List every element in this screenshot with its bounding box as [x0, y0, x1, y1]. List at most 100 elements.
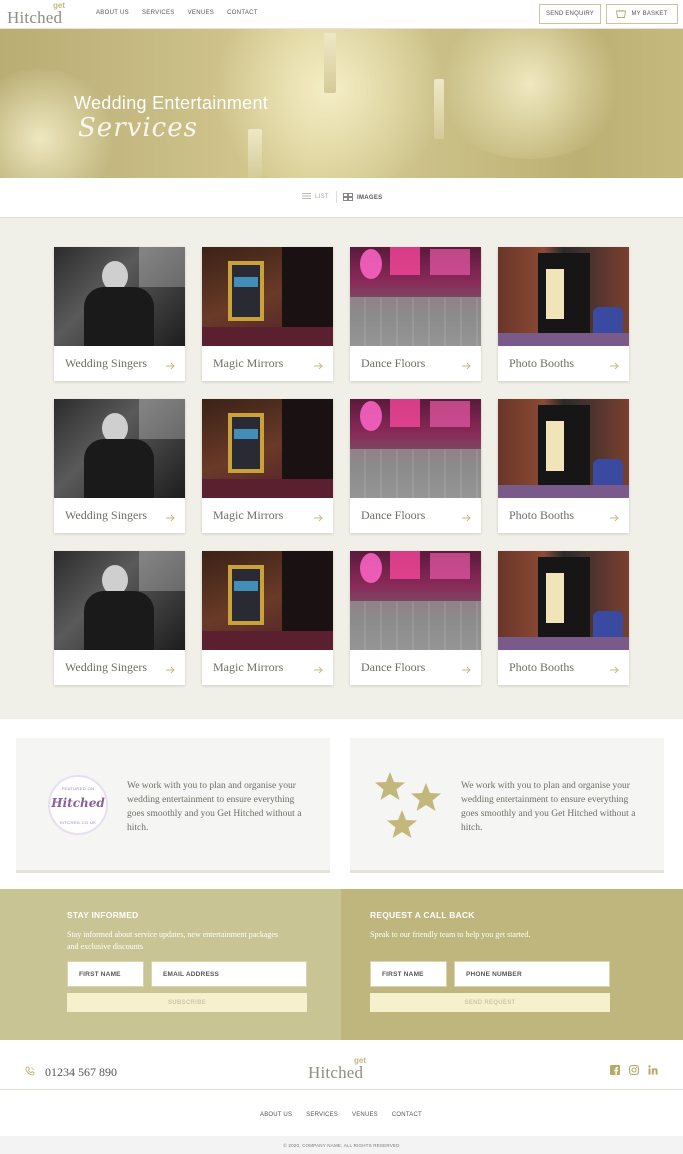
- dance-floor-photo: [350, 247, 481, 346]
- basket-icon: [616, 10, 627, 18]
- phone-placeholder: PHONE NUMBER: [466, 970, 522, 978]
- hero-banner: Wedding Entertainment Services: [0, 29, 683, 178]
- arrow-right-icon: [461, 358, 471, 370]
- phone-icon: [25, 1063, 35, 1081]
- logo-get-mark: get: [53, 1, 65, 10]
- newsletter-email-field[interactable]: EMAIL ADDRESS: [151, 961, 307, 987]
- site-header: Hitched get ABOUT US SERVICES VENUES CON…: [0, 0, 683, 29]
- service-card-label: Photo Booths: [509, 508, 575, 522]
- service-card[interactable]: Magic Mirrors: [202, 399, 333, 533]
- send-enquiry-label: SEND ENQUIRY: [546, 11, 594, 17]
- footer-nav-about[interactable]: ABOUT US: [260, 1112, 292, 1118]
- featured-badge-icon: FEATURED ON Hitched HITCHED.CO.UK: [48, 775, 108, 835]
- forms-section: STAY INFORMED Stay informed about servic…: [0, 889, 683, 1040]
- nav-item-venues[interactable]: VENUES: [188, 10, 214, 16]
- subscribe-button[interactable]: SUBSCRIBE: [67, 993, 307, 1012]
- facebook-icon[interactable]: [609, 1064, 620, 1075]
- service-card[interactable]: Photo Booths: [498, 247, 629, 381]
- service-card-label: Photo Booths: [509, 660, 575, 674]
- service-card[interactable]: Photo Booths: [498, 551, 629, 685]
- callback-description: Speak to our friendly team to help you g…: [370, 930, 531, 939]
- send-enquiry-button[interactable]: SEND ENQUIRY: [539, 4, 601, 24]
- hero-candle: [248, 129, 262, 178]
- arrow-right-icon: [165, 510, 175, 522]
- hero-light-glow: [430, 29, 630, 159]
- callback-phone-field[interactable]: PHONE NUMBER: [454, 961, 610, 987]
- photo-booth-photo: [498, 551, 629, 650]
- footer-phone[interactable]: 01234 567 890: [25, 1063, 117, 1081]
- nav-item-services[interactable]: SERVICES: [142, 10, 175, 16]
- footer-nav-venues[interactable]: VENUES: [352, 1112, 378, 1118]
- grid-icon: [343, 193, 353, 203]
- singer-photo: [54, 399, 185, 498]
- stars-icon: [374, 770, 446, 842]
- logo-get-mark: get: [354, 1056, 366, 1065]
- feature-text: We work with you to plan and organise yo…: [127, 781, 302, 833]
- copyright: © 2020, COMPANY NAME, ALL RIGHTS RESERVE…: [0, 1136, 683, 1154]
- service-card[interactable]: Wedding Singers: [54, 399, 185, 533]
- callback-title: REQUEST A CALL BACK: [370, 910, 475, 920]
- footer-nav-links: ABOUT US SERVICES VENUES CONTACT: [260, 1112, 422, 1118]
- nav-item-about[interactable]: ABOUT US: [96, 10, 129, 16]
- hero-candle: [324, 33, 336, 93]
- magic-mirror-photo: [202, 399, 333, 498]
- badge-bottom-text: HITCHED.CO.UK: [59, 820, 97, 825]
- arrow-right-icon: [609, 662, 619, 674]
- list-view-toggle[interactable]: LIST: [302, 193, 329, 201]
- service-card[interactable]: Magic Mirrors: [202, 247, 333, 381]
- hero-candle: [434, 79, 444, 139]
- feature-box-badge: FEATURED ON Hitched HITCHED.CO.UK We wor…: [16, 738, 330, 873]
- dance-floor-photo: [350, 399, 481, 498]
- footer-top: 01234 567 890 Hitched get: [0, 1040, 683, 1090]
- arrow-right-icon: [313, 662, 323, 674]
- photo-booth-photo: [498, 399, 629, 498]
- callback-first-name-field[interactable]: FIRST NAME: [370, 961, 447, 987]
- newsletter-first-name-field[interactable]: FIRST NAME: [67, 961, 144, 987]
- linkedin-icon[interactable]: [647, 1064, 658, 1075]
- images-toggle-label: IMAGES: [357, 195, 383, 201]
- service-card[interactable]: Dance Floors: [350, 247, 481, 381]
- site-logo[interactable]: Hitched get: [7, 1, 77, 27]
- service-card[interactable]: Magic Mirrors: [202, 551, 333, 685]
- images-view-toggle[interactable]: IMAGES: [343, 193, 382, 203]
- subscribe-label: SUBSCRIBE: [167, 999, 207, 1006]
- hero-title: Wedding Entertainment: [74, 93, 269, 113]
- list-toggle-label: LIST: [315, 194, 329, 200]
- view-toggle-bar: LIST IMAGES: [0, 178, 683, 218]
- my-basket-button[interactable]: MY BASKET: [606, 4, 678, 24]
- service-card[interactable]: Wedding Singers: [54, 247, 185, 381]
- service-card-label: Dance Floors: [361, 356, 426, 370]
- feature-section: FEATURED ON Hitched HITCHED.CO.UK We wor…: [0, 719, 683, 889]
- list-icon: [302, 193, 311, 201]
- footer-nav-contact[interactable]: CONTACT: [392, 1112, 422, 1118]
- service-card[interactable]: Dance Floors: [350, 399, 481, 533]
- newsletter-title: STAY INFORMED: [67, 910, 139, 920]
- service-card-label: Wedding Singers: [65, 356, 148, 370]
- arrow-right-icon: [461, 510, 471, 522]
- service-card-label: Photo Booths: [509, 356, 575, 370]
- social-links: [609, 1064, 658, 1075]
- send-request-label: SEND REQUEST: [464, 999, 516, 1006]
- newsletter-description: Stay informed about service updates, new…: [67, 930, 279, 951]
- magic-mirror-photo: [202, 551, 333, 650]
- arrow-right-icon: [313, 358, 323, 370]
- newsletter-form: STAY INFORMED Stay informed about servic…: [0, 889, 341, 1040]
- arrow-right-icon: [461, 662, 471, 674]
- photo-booth-photo: [498, 247, 629, 346]
- my-basket-label: MY BASKET: [631, 11, 668, 17]
- service-card[interactable]: Photo Booths: [498, 399, 629, 533]
- phone-number: 01234 567 890: [45, 1064, 117, 1079]
- service-card[interactable]: Dance Floors: [350, 551, 481, 685]
- nav-item-contact[interactable]: CONTACT: [227, 10, 258, 16]
- feature-text: We work with you to plan and organise yo…: [461, 781, 636, 833]
- arrow-right-icon: [165, 662, 175, 674]
- service-card-label: Dance Floors: [361, 508, 426, 522]
- logo-wordmark: Hitched: [308, 1063, 364, 1082]
- instagram-icon[interactable]: [628, 1064, 639, 1075]
- arrow-right-icon: [165, 358, 175, 370]
- footer-logo[interactable]: Hitched get: [308, 1056, 378, 1082]
- footer-nav-services[interactable]: SERVICES: [306, 1112, 338, 1118]
- service-card[interactable]: Wedding Singers: [54, 551, 185, 685]
- send-request-button[interactable]: SEND REQUEST: [370, 993, 610, 1012]
- service-card-label: Magic Mirrors: [213, 356, 284, 370]
